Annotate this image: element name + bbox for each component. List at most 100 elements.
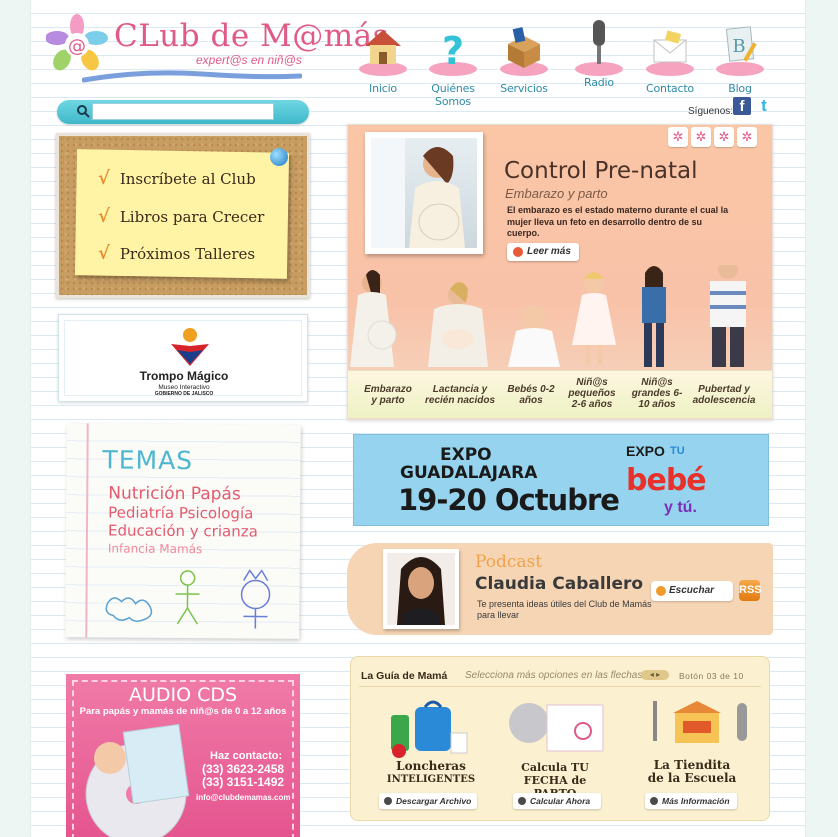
school-store-icon — [653, 701, 747, 743]
nav-contacto[interactable]: Contacto — [630, 24, 710, 95]
temas-line-3[interactable]: Educación y crianza — [108, 521, 258, 540]
check-icon: √ — [98, 243, 110, 264]
phone-1: (33) 3623-2458 — [202, 762, 285, 776]
hero-subtitle: Embarazo y parto — [505, 186, 608, 201]
podcast-host-name: Claudia Caballero — [475, 574, 644, 594]
expo-logo-tu: y tú. — [664, 499, 697, 516]
link-talleres-label: Próximos Talleres — [119, 245, 256, 263]
guide-arrows-control[interactable]: ◂ ▸ — [641, 670, 669, 680]
logo-brush-underline — [82, 70, 302, 83]
expo-logo-bebe: bebé — [626, 463, 707, 498]
nav-label-blog: Blog — [728, 82, 752, 95]
follow-us-label: Síguenos: — [688, 106, 734, 117]
logo-flower-icon[interactable]: @ — [46, 14, 108, 72]
card-fecha-title-1: Calcula TU — [521, 761, 589, 774]
stage-ninos-grandes[interactable]: Niñ@s grandes 6-10 años — [628, 377, 686, 410]
audio-cds-subtitle: Para papás y mamás de niñ@s de 0 a 12 añ… — [79, 706, 287, 717]
stage-ninos-pequenos[interactable]: Niñ@s pequeños 2-6 años — [564, 377, 620, 410]
more-info-label: Más Información — [662, 796, 730, 806]
podcast-label: Podcast — [475, 552, 543, 572]
twitter-icon[interactable]: t — [755, 97, 773, 115]
notebook-icon: B — [714, 24, 766, 76]
nav-radio[interactable]: Radio — [559, 18, 639, 89]
temas-notebook: TEMAS Nutrición Papás Pediatría Psicolog… — [65, 423, 301, 639]
search-icon[interactable] — [76, 104, 90, 118]
calendar-moon-icon — [509, 703, 604, 752]
guia-de-mama-panel: La Guía de Mamá Selecciona más opciones … — [350, 656, 770, 821]
slider-dot-1[interactable]: ✲ — [668, 127, 688, 147]
card-loncheras-title: Loncheras INTELIGENTES — [379, 760, 483, 786]
expo-guadalajara-banner[interactable]: EXPO GUADALAJARA 19-20 Octubre EXPO TU b… — [353, 434, 769, 526]
nav-label-radio: Radio — [584, 76, 614, 89]
stage-embarazo[interactable]: Embarazo y parto — [360, 384, 416, 406]
read-more-button[interactable]: Leer más — [507, 243, 579, 261]
slider-dot-3[interactable]: ✲ — [714, 127, 734, 147]
card-loncheras-title-1: Loncheras — [396, 759, 466, 773]
counter-current: 03 — [706, 671, 718, 681]
stage-pubertad[interactable]: Pubertad y adolescencia — [688, 384, 760, 406]
read-more-label: Leer más — [527, 246, 571, 257]
arrow-icon — [384, 797, 392, 805]
slider-dot-4[interactable]: ✲ — [737, 127, 757, 147]
facebook-icon[interactable]: f — [733, 97, 751, 115]
pregnant-woman-image — [371, 138, 465, 248]
slider-dot-2[interactable]: ✲ — [691, 127, 711, 147]
guide-counter: Botón 03 de 10 — [679, 671, 744, 681]
link-libros[interactable]: √ Libros para Crecer — [98, 206, 264, 227]
card-tiendita-title: La Tiendita de la Escuela — [639, 759, 745, 785]
podcast-description: Te presenta ideas útiles del Club de Mam… — [477, 599, 652, 620]
phone-2: (33) 3151-1492 — [202, 775, 285, 789]
nav-label-servicios: Servicios — [500, 82, 548, 95]
listen-button[interactable]: Escuchar — [651, 581, 733, 601]
expo-tu-bebe-logo: EXPO TU bebé y tú. — [624, 443, 714, 519]
trompo-subtitle-government: GOBIERNO DE JALISCO — [154, 391, 214, 397]
host-portrait-image — [387, 553, 455, 625]
link-inscribete[interactable]: √ Inscríbete al Club — [98, 168, 256, 189]
hero-photo — [365, 132, 483, 254]
hero-description: El embarazo es el estado materno durante… — [507, 205, 729, 238]
temas-line-1[interactable]: Nutrición Papás — [108, 483, 241, 504]
card-tiendita-title-2: de la Escuela — [647, 771, 737, 785]
counter-prefix: Botón — [679, 671, 704, 681]
pushpin-icon — [270, 148, 288, 166]
download-file-button[interactable]: Descargar Archivo — [379, 793, 477, 809]
contact-label: Haz contacto: — [210, 750, 283, 762]
expo-title-line2: GUADALAJARA — [400, 463, 538, 483]
search-input[interactable] — [92, 103, 274, 120]
download-file-label: Descargar Archivo — [396, 796, 472, 806]
check-icon: √ — [98, 168, 110, 189]
nav-quienes-somos[interactable]: ? Quiénes Somos — [413, 24, 493, 108]
trompo-subtitle: Museo Interactivo — [158, 384, 210, 391]
box-icon — [498, 24, 550, 76]
arrow-icon — [518, 797, 526, 805]
calculate-now-button[interactable]: Calcular Ahora — [513, 793, 601, 809]
stage-bebes[interactable]: Bebés 0-2 años — [506, 384, 556, 406]
expo-logo-top: EXPO — [626, 443, 665, 459]
trompo-magico-banner[interactable]: Trompo Mágico Museo Interactivo GOBIERNO… — [58, 314, 308, 402]
contact-email[interactable]: info@clubdemamas.com — [196, 793, 291, 802]
logo-tagline: expert@s en niñ@s — [196, 53, 302, 67]
audio-cds-banner[interactable]: AUDIO CDS Para papás y mamás de niñ@s de… — [66, 674, 300, 837]
listen-label: Escuchar — [669, 585, 715, 596]
podcast-panel: Podcast Claudia Caballero Te presenta id… — [347, 543, 773, 635]
check-icon: √ — [98, 206, 110, 227]
stage-lactancia[interactable]: Lactancia y recién nacidos — [424, 384, 496, 406]
link-libros-label: Libros para Crecer — [119, 208, 265, 226]
counter-total: 10 — [733, 671, 744, 681]
link-talleres[interactable]: √ Próximos Talleres — [98, 243, 255, 264]
temas-line-2[interactable]: Pediatría Psicología — [108, 503, 253, 522]
guide-hint: Selecciona más opciones en las flechas — [465, 670, 643, 681]
svg-text:@: @ — [68, 36, 86, 57]
more-info-button[interactable]: Más Información — [645, 793, 737, 809]
nav-servicios[interactable]: Servicios — [484, 24, 564, 95]
trompo-logo-icon — [171, 328, 209, 366]
cd-cover-image — [85, 724, 190, 837]
temas-title: TEMAS — [102, 445, 194, 476]
svg-text:B: B — [732, 36, 745, 57]
nav-inicio[interactable]: Inicio — [343, 24, 423, 95]
notebook-margin-line — [85, 423, 89, 638]
nav-blog[interactable]: B Blog — [700, 24, 780, 95]
link-inscribete-label: Inscríbete al Club — [119, 170, 256, 188]
rss-icon[interactable]: RSS — [739, 580, 762, 601]
temas-line-4[interactable]: Infancia Mamás — [108, 541, 203, 556]
